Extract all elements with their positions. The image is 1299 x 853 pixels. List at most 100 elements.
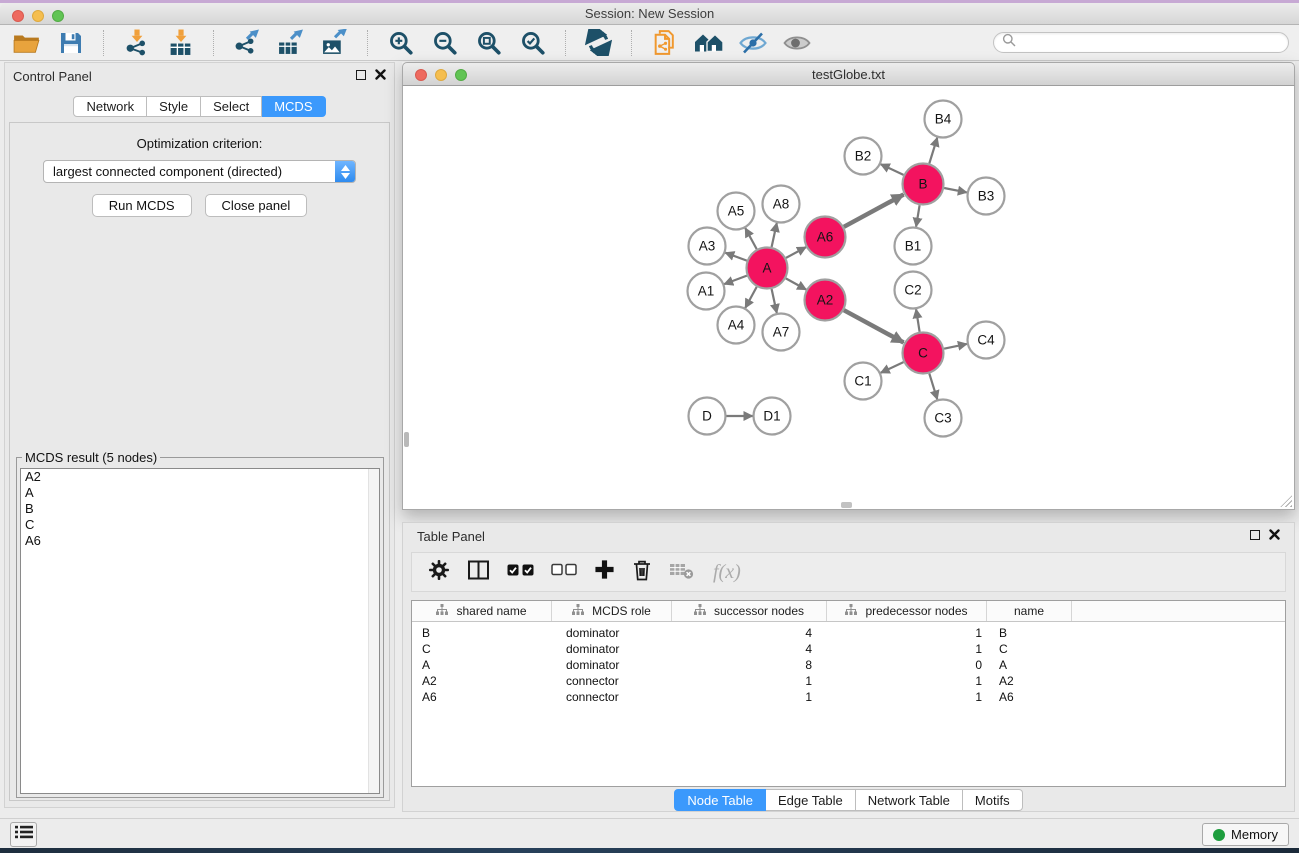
network-horizontal-scrollbar[interactable]: [841, 502, 852, 508]
table-row[interactable]: Bdominator41B: [412, 625, 1285, 641]
network-canvas[interactable]: B4B2BB3A5A8A6A3B1AA1C2A2A4A7C4CC1C3DD1: [402, 86, 1295, 510]
memory-button[interactable]: Memory: [1202, 823, 1289, 846]
save-session-button[interactable]: [56, 28, 85, 57]
refresh-button[interactable]: [584, 28, 613, 57]
table-cell[interactable]: 1: [827, 626, 987, 640]
table-row[interactable]: A6connector11A6: [412, 689, 1285, 705]
graph-node-A4[interactable]: A4: [718, 307, 755, 344]
zoom-in-button[interactable]: [386, 28, 415, 57]
result-list-scrollbar[interactable]: [368, 469, 379, 793]
result-list-item[interactable]: A6: [21, 533, 379, 549]
run-mcds-button[interactable]: Run MCDS: [92, 194, 192, 217]
select-all-columns-button[interactable]: [507, 563, 534, 582]
table-cell[interactable]: A6: [412, 690, 552, 704]
close-panel-icon[interactable]: [375, 69, 386, 80]
table-cell[interactable]: 4: [672, 626, 827, 640]
column-header-predecessor-nodes[interactable]: predecessor nodes: [827, 601, 987, 621]
table-cell[interactable]: connector: [552, 674, 672, 688]
table-cell[interactable]: dominator: [552, 642, 672, 656]
table-cell[interactable]: 1: [672, 674, 827, 688]
table-row[interactable]: Adominator80A: [412, 657, 1285, 673]
open-session-button[interactable]: [12, 28, 41, 57]
graph-edge-B-B2[interactable]: [881, 164, 904, 175]
zoom-out-button[interactable]: [430, 28, 459, 57]
table-row[interactable]: A2connector11A2: [412, 673, 1285, 689]
table-cell[interactable]: 1: [672, 690, 827, 704]
eye-slash-button[interactable]: [738, 28, 767, 57]
zoom-fit-button[interactable]: [474, 28, 503, 57]
column-header-name[interactable]: name: [987, 601, 1072, 621]
float-panel-icon[interactable]: [356, 70, 366, 80]
table-cell[interactable]: 4: [672, 642, 827, 656]
result-list-item[interactable]: B: [21, 501, 379, 517]
table-cell[interactable]: 8: [672, 658, 827, 672]
split-columns-button[interactable]: [467, 559, 490, 586]
graph-edge-A-A5[interactable]: [745, 228, 756, 249]
graph-node-B1[interactable]: B1: [895, 228, 932, 265]
houses-button[interactable]: [694, 28, 723, 57]
column-header-successor-nodes[interactable]: successor nodes: [672, 601, 827, 621]
graph-node-A7[interactable]: A7: [763, 314, 800, 351]
graph-node-C4[interactable]: C4: [968, 322, 1005, 359]
graph-node-A6[interactable]: A6: [805, 217, 846, 258]
graph-edge-C-C1[interactable]: [881, 362, 904, 373]
table-cell[interactable]: B: [412, 626, 552, 640]
window-resize-grip[interactable]: [1280, 495, 1292, 507]
deselect-all-columns-button[interactable]: [551, 563, 577, 581]
import-table-button[interactable]: [166, 28, 195, 57]
add-column-button[interactable]: [594, 559, 615, 585]
tab-select[interactable]: Select: [201, 96, 262, 117]
eye-button[interactable]: [782, 28, 811, 57]
graph-node-A5[interactable]: A5: [718, 193, 755, 230]
graph-edge-A-A6[interactable]: [786, 247, 806, 258]
table-tab-motifs[interactable]: Motifs: [963, 789, 1023, 811]
table-cell[interactable]: connector: [552, 690, 672, 704]
export-image-button[interactable]: [320, 28, 349, 57]
graph-node-D1[interactable]: D1: [754, 398, 791, 435]
clone-network-button[interactable]: [650, 28, 679, 57]
graph-edge-A-A7[interactable]: [772, 289, 777, 313]
search-input[interactable]: [1021, 35, 1280, 50]
graph-edge-A-A3[interactable]: [725, 253, 747, 261]
export-network-button[interactable]: [232, 28, 261, 57]
graph-node-A2[interactable]: A2: [805, 280, 846, 321]
close-panel-icon[interactable]: [1269, 529, 1280, 540]
table-tab-node-table[interactable]: Node Table: [674, 789, 766, 811]
graph-node-C1[interactable]: C1: [845, 363, 882, 400]
tab-style[interactable]: Style: [147, 96, 201, 117]
graph-edge-C-C4[interactable]: [944, 344, 967, 349]
table-cell[interactable]: A6: [987, 690, 1072, 704]
table-cell[interactable]: A2: [987, 674, 1072, 688]
table-row[interactable]: Cdominator41C: [412, 641, 1285, 657]
result-list-item[interactable]: A: [21, 485, 379, 501]
column-header-MCDS-role[interactable]: MCDS role: [552, 601, 672, 621]
import-network-button[interactable]: [122, 28, 151, 57]
criterion-dropdown[interactable]: largest connected component (directed): [43, 160, 356, 183]
status-menu-button[interactable]: [10, 822, 37, 847]
graph-edge-A6-B[interactable]: [844, 195, 904, 227]
result-list-item[interactable]: A2: [21, 469, 379, 485]
tab-network[interactable]: Network: [73, 96, 147, 117]
table-settings-button[interactable]: [428, 559, 450, 586]
tab-mcds[interactable]: MCDS: [262, 96, 325, 117]
table-cell[interactable]: C: [987, 642, 1072, 656]
graph-edge-C-C2[interactable]: [916, 309, 920, 332]
table-cell[interactable]: A: [412, 658, 552, 672]
graph-node-A1[interactable]: A1: [688, 273, 725, 310]
graph-node-C[interactable]: C: [903, 333, 944, 374]
table-cell[interactable]: A2: [412, 674, 552, 688]
graph-edge-A-A1[interactable]: [724, 276, 747, 285]
network-vertical-scrollbar[interactable]: [404, 432, 409, 447]
graph-node-B4[interactable]: B4: [925, 101, 962, 138]
float-panel-icon[interactable]: [1250, 530, 1260, 540]
graph-edge-C-C3[interactable]: [929, 374, 937, 400]
column-header-shared-name[interactable]: shared name: [412, 601, 552, 621]
graph-edge-A-A8[interactable]: [772, 223, 777, 247]
zoom-selected-button[interactable]: [518, 28, 547, 57]
export-table-button[interactable]: [276, 28, 305, 57]
graph-node-B[interactable]: B: [903, 164, 944, 205]
graph-edge-A2-C[interactable]: [844, 310, 904, 342]
graph-edge-B-B1[interactable]: [916, 205, 920, 227]
graph-edge-A-A4[interactable]: [745, 287, 756, 308]
table-cell[interactable]: A: [987, 658, 1072, 672]
